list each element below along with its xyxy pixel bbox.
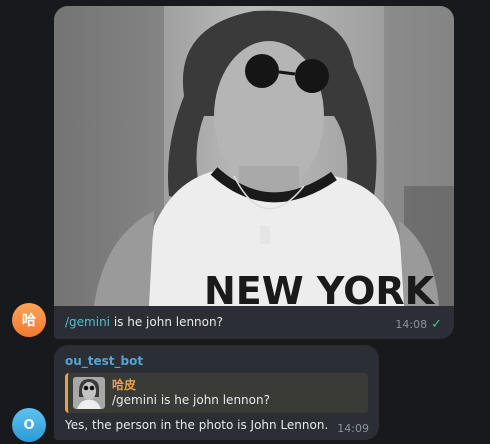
- message-text: Yes, the person in the photo is John Len…: [65, 418, 329, 432]
- svg-text:NEW YORK: NEW YORK: [204, 269, 436, 306]
- sender-name[interactable]: ou_test_bot: [65, 354, 143, 368]
- check-icon: ✓: [431, 317, 442, 332]
- reply-quote[interactable]: 哈皮 /gemini is he john lennon?: [65, 373, 368, 413]
- message-time: 14:08: [395, 318, 428, 331]
- message-meta: 14:08 ✓: [395, 318, 442, 331]
- avatar[interactable]: O: [12, 408, 46, 442]
- avatar[interactable]: 哈: [12, 303, 46, 337]
- caption-text: is he john lennon?: [110, 315, 223, 329]
- photo-caption: /gemini is he john lennon?: [65, 315, 223, 329]
- message-time: 14:09: [337, 422, 369, 435]
- reply-text: /gemini is he john lennon?: [112, 393, 270, 407]
- reply-message-bubble[interactable]: ou_test_bot 哈皮 /gemini is he john lennon…: [54, 345, 379, 440]
- bot-command-link[interactable]: /gemini: [65, 315, 110, 329]
- photo-message-bubble[interactable]: NEW YORK /gemini is he john lennon? 14:0…: [54, 6, 454, 339]
- reply-author: 哈皮: [112, 378, 137, 392]
- message-photo[interactable]: NEW YORK: [54, 6, 454, 306]
- reply-thumbnail: [73, 377, 105, 409]
